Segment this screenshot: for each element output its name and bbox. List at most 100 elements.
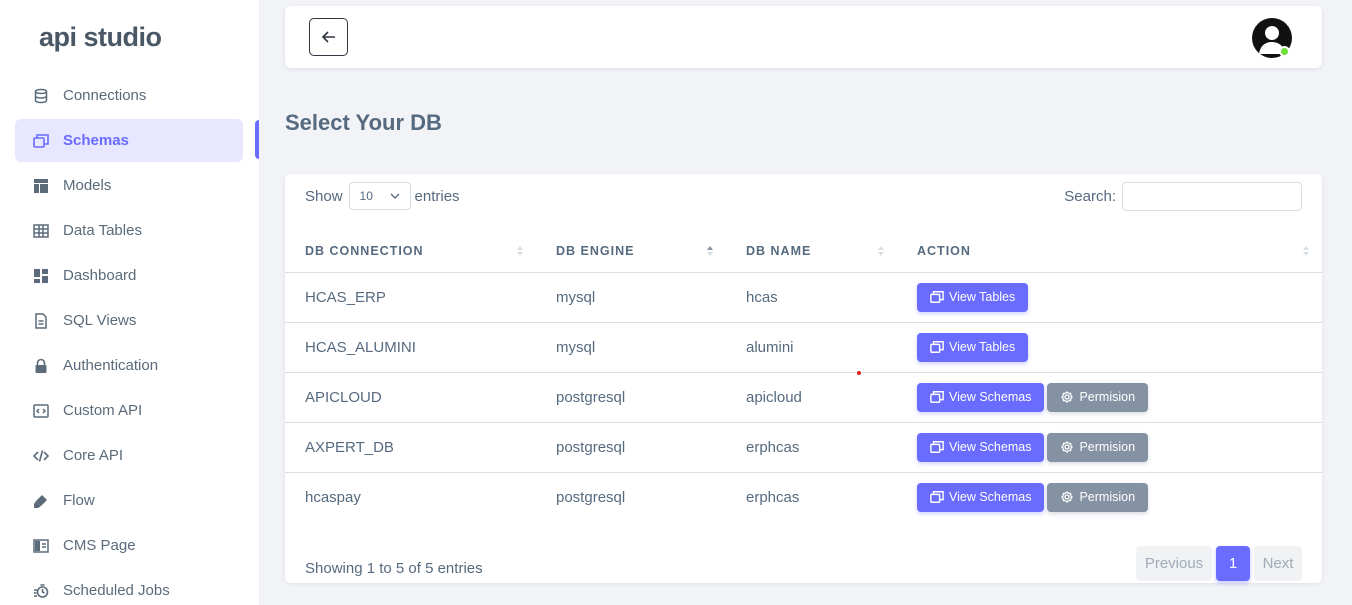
sidebar-item-label: Core API [63, 447, 124, 464]
sidebar-item-label: Authentication [63, 357, 159, 374]
cell-db-name: alumini [726, 322, 897, 373]
cell-action: View Tables [897, 272, 1322, 323]
sidebar-item-schemas[interactable]: Schemas [15, 119, 243, 162]
active-indicator [255, 120, 259, 159]
windows-icon [930, 441, 944, 453]
table-info: Showing 1 to 5 of 5 entries [305, 560, 483, 577]
sidebar-item-label: Custom API [63, 402, 143, 419]
dashboard-icon [33, 268, 49, 284]
previous-page-button[interactable]: Previous [1136, 546, 1212, 581]
sidebar-item-label: CMS Page [63, 537, 136, 554]
sidebar-item-sql-views[interactable]: SQL Views [15, 299, 243, 342]
sidebar-item-dashboard[interactable]: Dashboard [15, 254, 243, 297]
cell-action: View Tables [897, 322, 1322, 373]
online-status-dot [1279, 46, 1290, 57]
code-icon [33, 448, 49, 464]
sidebar-item-models[interactable]: Models [15, 164, 243, 207]
sidebar-item-label: Scheduled Jobs [63, 582, 170, 599]
back-button[interactable] [309, 18, 348, 56]
top-navbar [285, 6, 1322, 68]
search-input[interactable] [1122, 182, 1302, 211]
db-table-card: Show 10 entries Search: DB CONNECTION DB… [285, 174, 1322, 583]
layout-icon [33, 178, 49, 194]
column-header-db-connection[interactable]: DB CONNECTION [285, 230, 536, 273]
sidebar-item-label: Models [63, 177, 112, 194]
pagination: Previous 1 Next [1136, 546, 1302, 581]
view-tables-button[interactable]: View Tables [917, 282, 1029, 312]
view-schemas-button[interactable]: View Schemas [917, 482, 1045, 512]
page-button-1[interactable]: 1 [1216, 546, 1250, 581]
column-header-action[interactable]: ACTION [897, 230, 1322, 273]
code-box-icon [33, 403, 49, 419]
sidebar-item-scheduled-jobs[interactable]: Scheduled Jobs [15, 569, 243, 605]
cell-db-connection: HCAS_ERP [285, 272, 536, 323]
page-icon [33, 538, 49, 554]
windows-icon [930, 341, 944, 353]
entries-per-page-value: 10 [359, 189, 373, 203]
cell-db-name: erphcas [726, 422, 897, 473]
cell-db-engine: mysql [536, 322, 726, 373]
sidebar-item-authentication[interactable]: Authentication [15, 344, 243, 387]
sidebar-menu: Connections Schemas Models Data Tables D… [15, 74, 243, 605]
cell-db-engine: postgresql [536, 422, 726, 473]
cell-db-name: apicloud [726, 372, 897, 423]
permission-button[interactable]: Permision [1047, 432, 1149, 462]
sidebar: api studio Connections Schemas Models Da… [0, 0, 259, 605]
cell-action: View Schemas Permision [897, 422, 1322, 473]
gear-icon [1061, 441, 1074, 453]
sidebar-item-data-tables[interactable]: Data Tables [15, 209, 243, 252]
show-label: Show [305, 187, 343, 205]
view-schemas-button[interactable]: View Schemas [917, 382, 1045, 412]
table-icon [33, 223, 49, 239]
cell-db-engine: postgresql [556, 488, 626, 506]
sidebar-item-connections[interactable]: Connections [15, 74, 243, 117]
arrow-left-icon [321, 31, 335, 43]
sort-icon [517, 246, 523, 256]
table-row: HCAS_ERP mysql hcas View Tables [285, 272, 1322, 323]
sidebar-item-custom-api[interactable]: Custom API [15, 389, 243, 432]
search-label: Search: [1064, 188, 1116, 205]
cell-db-name: hcas [726, 272, 897, 323]
cell-db-connection: hcaspay [305, 488, 361, 506]
timer-icon [33, 583, 49, 599]
file-icon [33, 312, 49, 329]
windows-icon [930, 491, 944, 504]
sidebar-item-label: Connections [63, 87, 147, 104]
sidebar-item-flow[interactable]: Flow [15, 479, 243, 522]
lock-icon [33, 358, 49, 374]
permission-button[interactable]: Permision [1047, 482, 1149, 512]
cell-db-connection: AXPERT_DB [285, 422, 536, 473]
cell-action: View Schemas Permision [897, 472, 1322, 522]
table-row: HCAS_ALUMINI mysql alumini View Tables [285, 322, 1322, 373]
sidebar-item-label: Data Tables [63, 222, 142, 239]
chevron-down-icon [390, 193, 399, 199]
table-row: AXPERT_DB postgresql erphcas View Schema… [285, 422, 1322, 473]
db-table: DB CONNECTION DB ENGINE DB NAME ACTION H… [285, 230, 1322, 522]
permission-button[interactable]: Permision [1047, 382, 1149, 412]
view-tables-button[interactable]: View Tables [917, 332, 1029, 362]
table-header-row: DB CONNECTION DB ENGINE DB NAME ACTION [285, 230, 1322, 273]
length-control: Show 10 entries [305, 182, 460, 210]
sidebar-item-cms-page[interactable]: CMS Page [15, 524, 243, 567]
cell-db-engine: mysql [536, 272, 726, 323]
page-title: Select Your DB [285, 110, 442, 135]
sidebar-item-label: Flow [63, 492, 95, 509]
cell-action: View Schemas Permision [897, 372, 1322, 423]
cell-db-engine: postgresql [536, 372, 726, 423]
sidebar-item-core-api[interactable]: Core API [15, 434, 243, 477]
cursor-dot [857, 371, 861, 375]
brand-logo: api studio [39, 22, 162, 52]
view-schemas-button[interactable]: View Schemas [917, 432, 1045, 462]
sort-icon [878, 246, 884, 256]
entries-per-page-select[interactable]: 10 [348, 182, 411, 210]
next-page-button[interactable]: Next [1254, 546, 1302, 581]
cell-db-connection: APICLOUD [285, 372, 536, 423]
column-header-db-engine[interactable]: DB ENGINE [536, 230, 726, 273]
windows-icon [930, 391, 944, 403]
sidebar-item-label: Dashboard [63, 267, 137, 284]
database-icon [33, 88, 49, 104]
sidebar-item-label: Schemas [63, 132, 129, 149]
table-row: hcaspay postgresql erphcas View Schemas … [285, 472, 1322, 522]
column-header-db-name[interactable]: DB NAME [726, 230, 897, 273]
gear-icon [1061, 391, 1074, 403]
